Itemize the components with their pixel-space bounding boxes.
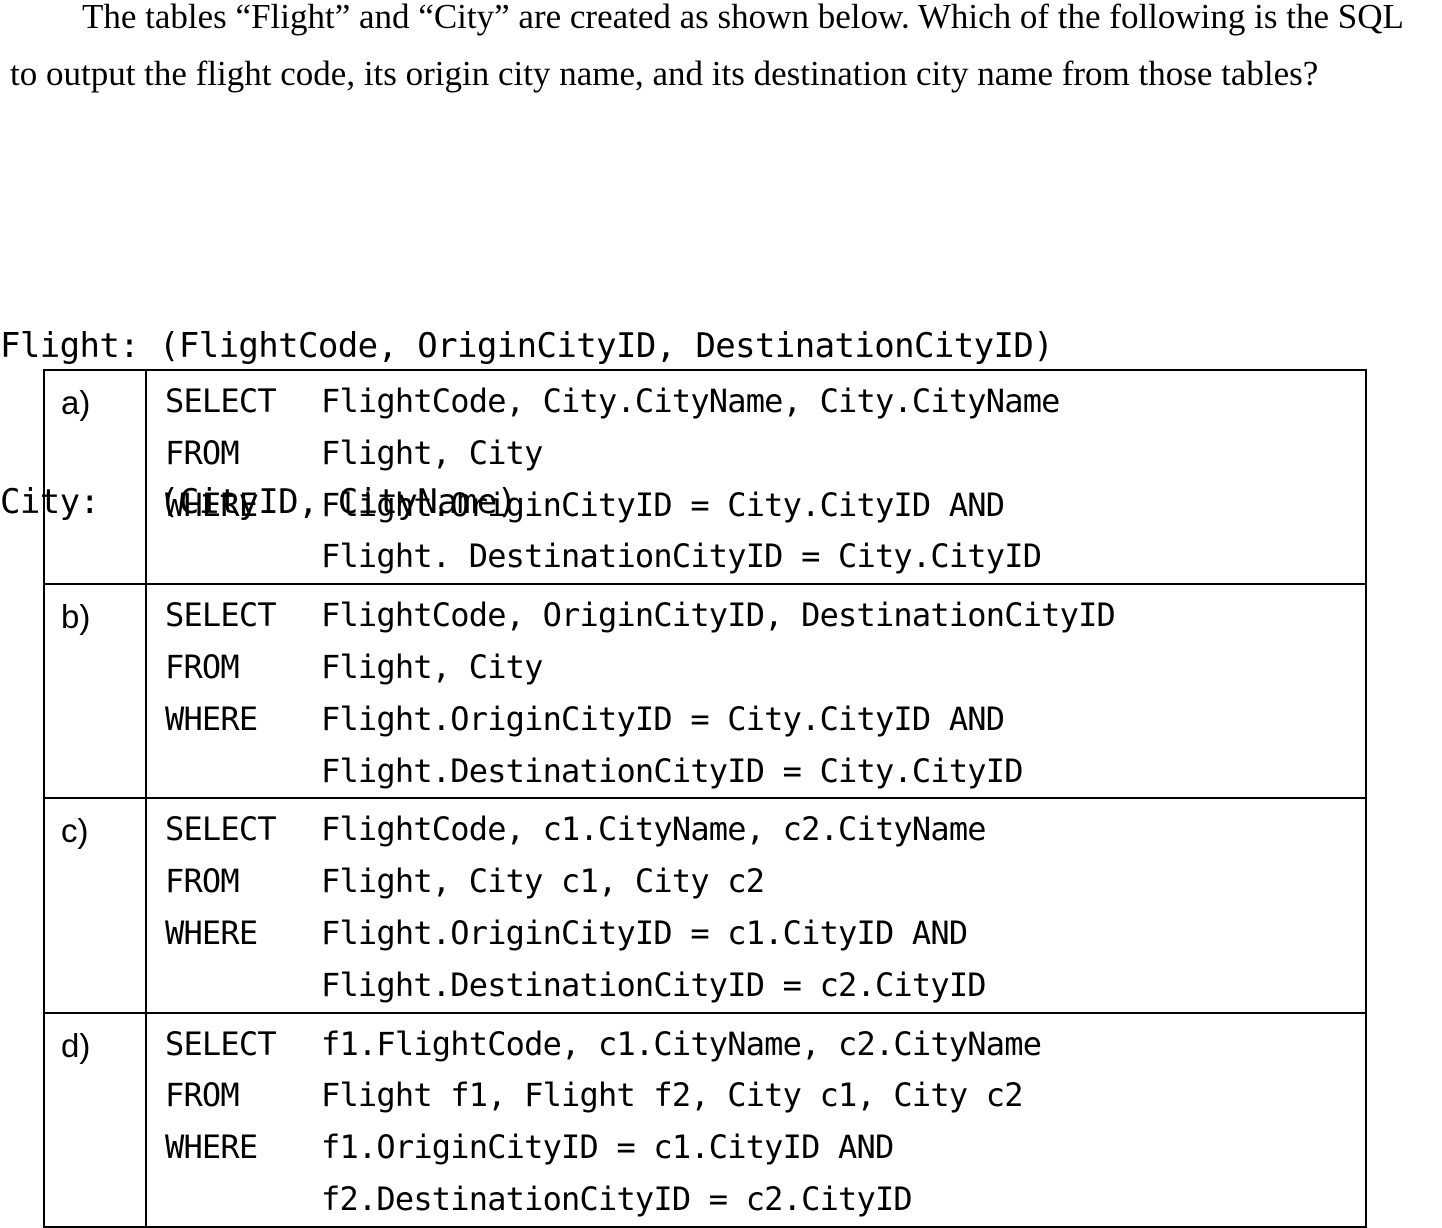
question-text: The tables “Flight” and “City” are creat…	[10, 0, 1403, 93]
sql-keyword: WHERE	[165, 1128, 258, 1167]
sql-expression: FlightCode, c1.CityName, c2.CityName	[321, 810, 987, 849]
sql-expression: Flight.DestinationCityID = City.CityID	[321, 751, 1024, 790]
sql-code: SELECT FlightCode, c1.CityName, c2.CityNa…	[145, 797, 1367, 1014]
sql-line: Flight. DestinationCityID = City.CityID	[165, 531, 1365, 583]
sql-expression: Flight, City	[321, 647, 543, 686]
sql-expression: Flight, City c1, City c2	[321, 862, 765, 901]
sql-keyword: FROM	[165, 647, 240, 686]
sql-line: FROM Flight f1, Flight f2, City c1, City …	[165, 1070, 1365, 1122]
sql-keyword	[165, 531, 321, 583]
sql-keyword: FROM	[165, 1076, 240, 1115]
option-label: b)	[43, 583, 147, 800]
sql-keyword: SELECT	[165, 596, 277, 635]
option-d[interactable]: d) SELECT f1.FlightCode, c1.CityName, c2.…	[43, 1011, 1367, 1228]
sql-keyword: SELECT	[165, 810, 277, 849]
sql-keyword: WHERE	[165, 699, 258, 738]
sql-expression: f1.FlightCode, c1.CityName, c2.CityName	[321, 1024, 1042, 1063]
sql-expression: f2.DestinationCityID = c2.CityID	[321, 1179, 913, 1218]
sql-expression: Flight.OriginCityID = c1.CityID AND	[321, 913, 968, 952]
sql-line: SELECT FlightCode, OriginCityID, Destinat…	[165, 590, 1365, 642]
sql-line: SELECT FlightCode, City.CityName, City.Ci…	[165, 376, 1365, 428]
sql-line: WHERE Flight.OriginCityID = City.CityID A…	[165, 694, 1365, 746]
sql-line: SELECT f1.FlightCode, c1.CityName, c2.Cit…	[165, 1019, 1365, 1071]
option-label: a)	[43, 368, 147, 586]
option-b[interactable]: b) SELECT FlightCode, OriginCityID, Desti…	[43, 583, 1367, 800]
sql-expression: Flight.DestinationCityID = c2.CityID	[321, 965, 987, 1004]
sql-expression: FlightCode, City.CityName, City.CityName	[321, 382, 1060, 420]
sql-line: FROM Flight, City	[165, 642, 1365, 694]
sql-keyword: FROM	[165, 862, 240, 901]
sql-line: FROM Flight, City	[165, 428, 1365, 480]
sql-line: WHERE Flight.OriginCityID = c1.CityID AND	[165, 908, 1365, 960]
sql-line: SELECT FlightCode, c1.CityName, c2.CityNa…	[165, 804, 1365, 856]
sql-code: SELECT FlightCode, City.CityName, City.Ci…	[145, 368, 1367, 586]
schema-flight: Flight: (FlightCode, OriginCityID, Desti…	[0, 326, 1054, 366]
sql-expression: FlightCode, OriginCityID, DestinationCit…	[321, 596, 1116, 635]
sql-line: WHERE f1.OriginCityID = c1.CityID AND	[165, 1122, 1365, 1174]
sql-keyword: SELECT	[165, 1024, 277, 1063]
option-label: c)	[43, 797, 147, 1014]
sql-line: Flight.DestinationCityID = c2.CityID	[165, 960, 1365, 1012]
sql-expression: Flight, City	[321, 433, 543, 472]
sql-line: FROM Flight, City c1, City c2	[165, 856, 1365, 908]
option-a[interactable]: a) SELECT FlightCode, City.CityName, City…	[43, 368, 1367, 586]
sql-expression: Flight. DestinationCityID = City.CityID	[321, 537, 1042, 576]
sql-keyword: WHERE	[165, 913, 258, 952]
sql-code: SELECT f1.FlightCode, c1.CityName, c2.Cit…	[145, 1011, 1367, 1228]
sql-code: SELECT FlightCode, OriginCityID, Destinat…	[145, 583, 1367, 800]
answer-options-table: a) SELECT FlightCode, City.CityName, City…	[43, 368, 1367, 1228]
sql-line: Flight.DestinationCityID = City.CityID	[165, 746, 1365, 798]
sql-keyword	[165, 746, 321, 798]
option-label: d)	[43, 1011, 147, 1228]
sql-keyword	[165, 1174, 321, 1226]
sql-keyword: FROM	[165, 433, 240, 472]
option-c[interactable]: c) SELECT FlightCode, c1.CityName, c2.Cit…	[43, 797, 1367, 1014]
sql-expression: f1.OriginCityID = c1.CityID AND	[321, 1128, 894, 1167]
sql-line: WHERE Flight.OriginCityID = City.CityID A…	[165, 480, 1365, 532]
sql-expression: Flight.OriginCityID = City.CityID AND	[321, 485, 1005, 524]
sql-keyword: SELECT	[165, 382, 277, 420]
sql-expression: Flight f1, Flight f2, City c1, City c2	[321, 1076, 1024, 1115]
sql-keyword: WHERE	[165, 485, 258, 524]
sql-keyword	[165, 960, 321, 1012]
sql-line: f2.DestinationCityID = c2.CityID	[165, 1174, 1365, 1226]
sql-expression: Flight.OriginCityID = City.CityID AND	[321, 699, 1005, 738]
